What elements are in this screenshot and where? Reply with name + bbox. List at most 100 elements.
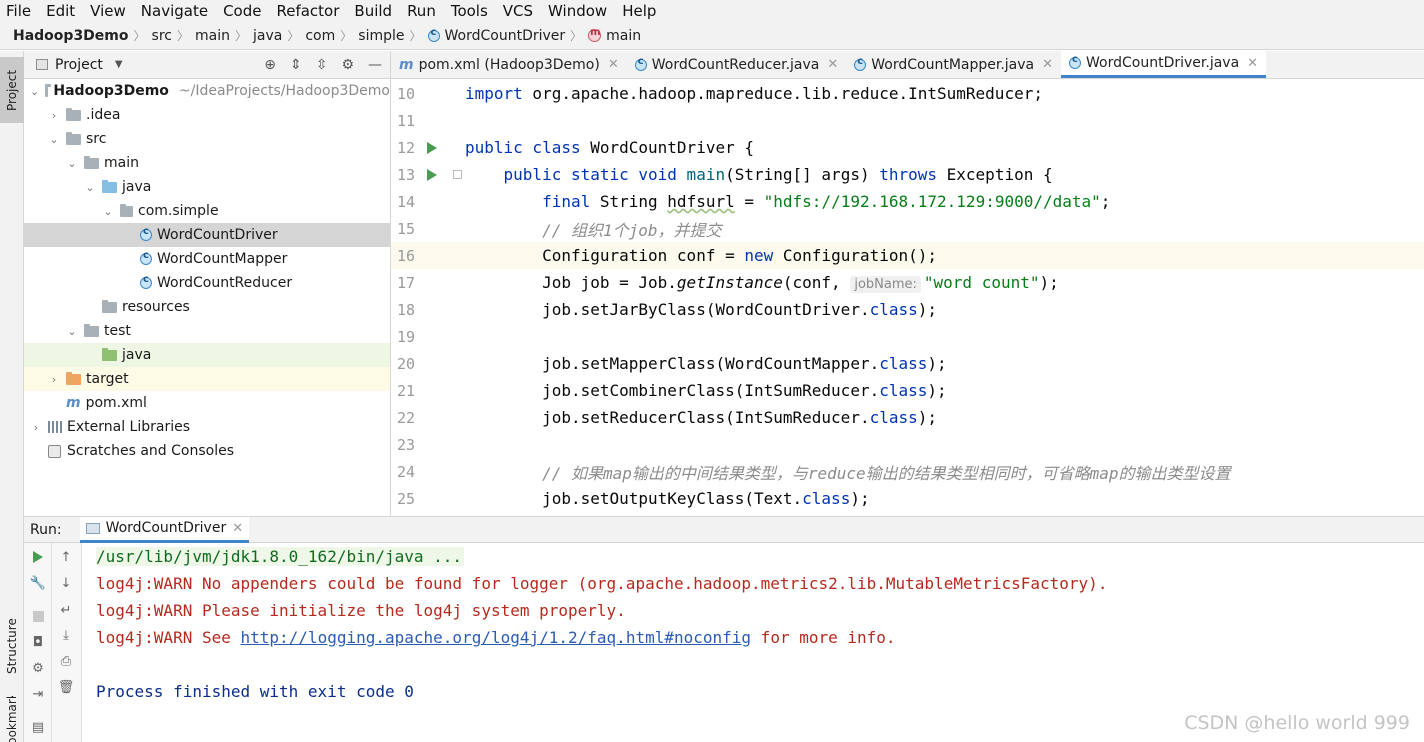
console-command[interactable]: /usr/lib/jvm/jdk1.8.0_162/bin/java ... <box>96 547 465 566</box>
code-token: throws <box>879 165 938 184</box>
chevron-right-icon: 〉 <box>176 29 189 43</box>
tree-item-resources[interactable]: resources <box>24 295 390 319</box>
arrow-down-icon[interactable]: ↓ <box>52 573 80 593</box>
close-icon[interactable]: ✕ <box>827 57 838 72</box>
breadcrumb-java[interactable]: java <box>253 28 282 44</box>
code-token: Configuration conf = <box>465 246 745 265</box>
layout-icon[interactable]: ▤ <box>24 717 52 737</box>
fold-icon[interactable] <box>453 170 462 179</box>
close-icon[interactable]: ✕ <box>232 521 243 536</box>
rerun-button[interactable] <box>24 547 52 567</box>
run-gutter-icon[interactable] <box>427 141 437 154</box>
chevron-down-icon[interactable]: ⌄ <box>48 133 60 146</box>
menu-refactor[interactable]: Refactor <box>276 2 339 20</box>
console-link[interactable]: http://logging.apache.org/log4j/1.2/faq.… <box>241 628 752 647</box>
chevron-right-icon[interactable]: › <box>48 373 60 386</box>
menu-navigate[interactable]: Navigate <box>141 2 208 20</box>
login-icon[interactable]: ⇥ <box>24 684 52 704</box>
soft-wrap-icon[interactable]: ↵ <box>52 600 80 620</box>
run-config-tab[interactable]: WordCountDriver ✕ <box>79 516 250 543</box>
hide-icon[interactable]: — <box>368 57 382 73</box>
tree-label: pom.xml <box>85 395 147 411</box>
breadcrumb-project[interactable]: Hadoop3Demo <box>13 28 129 44</box>
collapse-all-icon[interactable]: ⇳ <box>316 57 328 73</box>
breadcrumb-src[interactable]: src <box>152 28 172 44</box>
tree-label: External Libraries <box>67 419 190 435</box>
tree-item-wordcountdriver[interactable]: WordCountDriver <box>24 223 390 247</box>
tree-item-test[interactable]: ⌄ test <box>24 319 390 343</box>
menu-edit[interactable]: Edit <box>46 2 75 20</box>
code-editor[interactable]: 10 import org.apache.hadoop.mapreduce.li… <box>391 80 1424 516</box>
tree-item-external-libraries[interactable]: › External Libraries <box>24 415 390 439</box>
chevron-down-icon[interactable]: ⌄ <box>30 85 39 98</box>
breadcrumb-com[interactable]: com <box>305 28 335 44</box>
code-token: org.apache.hadoop.mapreduce.lib.reduce.I… <box>522 84 1043 103</box>
wrench-icon[interactable]: 🔧 <box>24 573 52 593</box>
tree-item-idea[interactable]: › .idea <box>24 103 390 127</box>
chevron-down-icon[interactable]: ⌄ <box>66 157 78 170</box>
settings-icon[interactable]: ⚙ <box>24 658 52 678</box>
breadcrumb-class[interactable]: WordCountDriver <box>445 28 566 44</box>
tab-pom-xml[interactable]: m pom.xml (Hadoop3Demo) ✕ <box>391 51 627 78</box>
bookmarks-tool-tab[interactable]: Bookmarks <box>0 696 24 742</box>
tree-item-main[interactable]: ⌄ main <box>24 151 390 175</box>
tab-wordcountdriver[interactable]: WordCountDriver.java ✕ <box>1061 51 1267 78</box>
tree-item-wordcountmapper[interactable]: WordCountMapper <box>24 247 390 271</box>
tree-item-java[interactable]: ⌄ java <box>24 175 390 199</box>
chevron-down-icon[interactable]: ⌄ <box>102 205 114 218</box>
code-token: "word count" <box>923 273 1040 292</box>
breadcrumb-simple[interactable]: simple <box>358 28 404 44</box>
tree-item-wordcountreducer[interactable]: WordCountReducer <box>24 271 390 295</box>
menu-run[interactable]: Run <box>407 2 436 20</box>
menu-view[interactable]: View <box>90 2 126 20</box>
chevron-right-icon[interactable]: › <box>48 109 60 122</box>
tree-item-src[interactable]: ⌄ src <box>24 127 390 151</box>
menu-build[interactable]: Build <box>354 2 392 20</box>
source-folder-icon <box>102 179 117 193</box>
gear-icon[interactable]: ⚙ <box>341 57 354 73</box>
tab-wordcountreducer[interactable]: WordCountReducer.java ✕ <box>627 51 847 78</box>
tree-item-pom[interactable]: m pom.xml <box>24 391 390 415</box>
tree-item-target[interactable]: › target <box>24 367 390 391</box>
menu-window[interactable]: Window <box>548 2 607 20</box>
trash-icon[interactable]: 🗑 <box>52 677 80 697</box>
chevron-down-icon[interactable]: ▼ <box>115 59 123 70</box>
close-icon[interactable]: ✕ <box>608 57 619 72</box>
tree-item-test-java[interactable]: java <box>24 343 390 367</box>
breadcrumb-main[interactable]: main <box>195 28 230 44</box>
console-line: log4j:WARN No appenders could be found f… <box>96 574 1108 593</box>
code-line: 23 <box>391 431 1424 458</box>
tree-item-scratches[interactable]: Scratches and Consoles <box>24 439 390 463</box>
tree-item-root[interactable]: ⌄ Hadoop3Demo ~/IdeaProjects/Hadoop3Demo <box>24 79 390 103</box>
tab-label: WordCountDriver.java <box>1086 55 1240 71</box>
tree-item-package[interactable]: ⌄ com.simple <box>24 199 390 223</box>
camera-icon[interactable]: ◘ <box>24 632 52 652</box>
stop-button[interactable] <box>24 606 52 626</box>
menu-code[interactable]: Code <box>223 2 261 20</box>
menu-vcs[interactable]: VCS <box>503 2 533 20</box>
menu-file[interactable]: File <box>6 2 31 20</box>
menu-help[interactable]: Help <box>622 2 656 20</box>
scroll-to-end-icon[interactable]: ⤓ <box>52 625 80 645</box>
breadcrumb-method[interactable]: main <box>606 28 641 44</box>
breadcrumb: Hadoop3Demo 〉 src 〉 main 〉 java 〉 com 〉 … <box>0 22 1424 50</box>
locate-icon[interactable]: ⊕ <box>264 57 276 73</box>
menu-tools[interactable]: Tools <box>451 2 488 20</box>
project-view-selector[interactable]: Project <box>55 57 103 73</box>
structure-tool-tab[interactable]: Structure <box>0 611 24 681</box>
code-line: 14 final String hdfsurl = "hdfs://192.16… <box>391 188 1424 215</box>
code-token: ); <box>917 408 938 427</box>
arrow-up-icon[interactable]: ↑ <box>52 547 80 567</box>
tab-wordcountmapper[interactable]: WordCountMapper.java ✕ <box>846 51 1061 78</box>
run-gutter-icon[interactable] <box>427 168 437 181</box>
expand-all-icon[interactable]: ⇕ <box>290 57 302 73</box>
close-icon[interactable]: ✕ <box>1247 56 1258 71</box>
chevron-down-icon[interactable]: ⌄ <box>66 325 78 338</box>
close-icon[interactable]: ✕ <box>1042 57 1053 72</box>
project-tool-tab[interactable]: Project <box>0 57 24 123</box>
code-token: ); <box>927 381 947 400</box>
tab-label: WordCountReducer.java <box>651 56 820 73</box>
print-icon[interactable]: ⎙ <box>52 651 80 671</box>
chevron-down-icon[interactable]: ⌄ <box>84 181 96 194</box>
chevron-right-icon[interactable]: › <box>30 421 42 434</box>
